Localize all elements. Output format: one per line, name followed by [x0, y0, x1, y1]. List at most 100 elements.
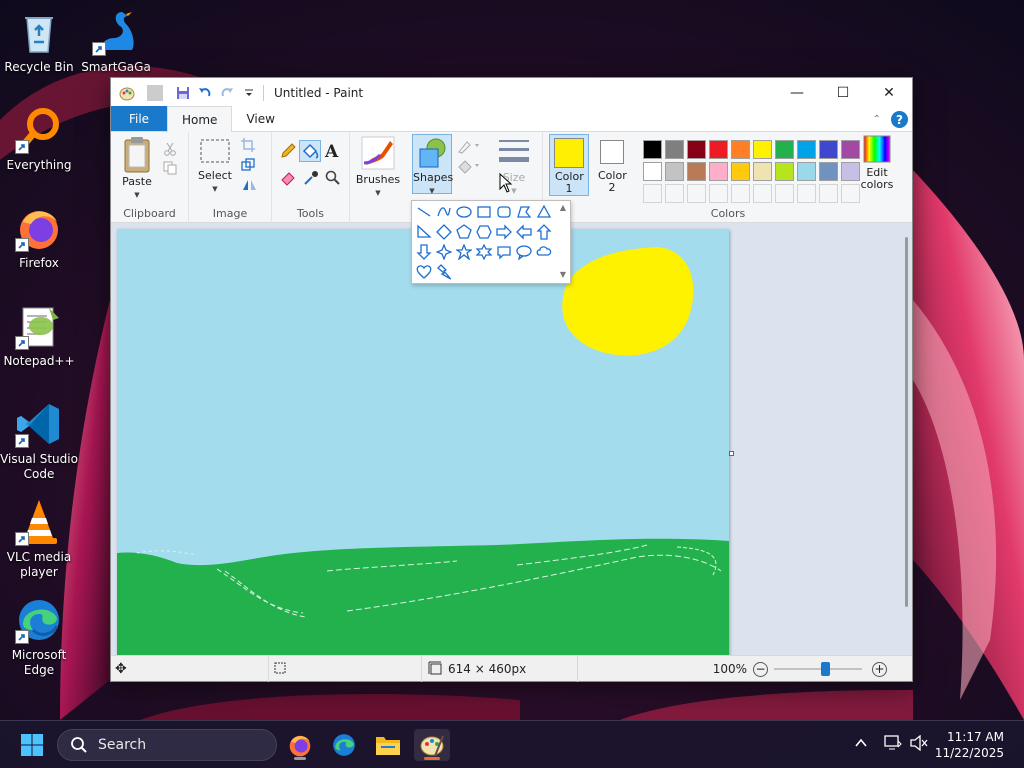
- diamond-shape-icon[interactable]: [435, 223, 453, 241]
- palette-swatch[interactable]: [731, 162, 750, 181]
- rectangle-shape-icon[interactable]: [475, 203, 493, 221]
- taskbar-firefox[interactable]: [282, 729, 318, 761]
- oval-callout-shape-icon[interactable]: [515, 243, 533, 261]
- palette-swatch[interactable]: [687, 162, 706, 181]
- edit-colors-button[interactable]: Edit colors: [855, 134, 899, 191]
- triangle-shape-icon[interactable]: [535, 203, 553, 221]
- line-shape-icon[interactable]: [415, 203, 433, 221]
- gallery-scroll-up-icon[interactable]: ▲: [560, 203, 566, 212]
- lightning-shape-icon[interactable]: [435, 263, 453, 281]
- palette-custom-swatch[interactable]: [687, 184, 706, 203]
- tab-home[interactable]: Home: [167, 106, 233, 132]
- desktop-icon-everything[interactable]: Everything: [0, 106, 78, 173]
- help-button[interactable]: ?: [891, 111, 908, 128]
- desktop-icon-notepadpp[interactable]: Notepad++: [0, 302, 78, 369]
- palette-custom-swatch[interactable]: [775, 184, 794, 203]
- redo-icon[interactable]: [219, 85, 235, 101]
- fill-icon[interactable]: [457, 158, 481, 174]
- zoom-slider[interactable]: [774, 662, 862, 676]
- minimize-button[interactable]: —: [774, 78, 820, 107]
- palette-swatch[interactable]: [709, 162, 728, 181]
- show-hidden-icons-button[interactable]: [854, 735, 868, 754]
- taskbar-paint[interactable]: [414, 729, 450, 761]
- taskbar-file-explorer[interactable]: [370, 729, 406, 761]
- pentagon-shape-icon[interactable]: [455, 223, 473, 241]
- palette-custom-swatch[interactable]: [731, 184, 750, 203]
- fill-bucket-icon[interactable]: [299, 140, 321, 162]
- tab-file[interactable]: File: [111, 106, 167, 131]
- six-point-star-shape-icon[interactable]: [475, 243, 493, 261]
- taskbar-search[interactable]: Search: [57, 729, 277, 761]
- up-arrow-shape-icon[interactable]: [535, 223, 553, 241]
- rounded-callout-shape-icon[interactable]: [495, 243, 513, 261]
- collapse-ribbon-icon[interactable]: ⌃: [873, 114, 881, 125]
- undo-icon[interactable]: [197, 85, 213, 101]
- maximize-button[interactable]: ☐: [820, 78, 866, 107]
- outline-icon[interactable]: [457, 138, 481, 154]
- oval-shape-icon[interactable]: [455, 203, 473, 221]
- palette-swatch[interactable]: [797, 140, 816, 159]
- four-point-star-shape-icon[interactable]: [435, 243, 453, 261]
- magnifier-icon[interactable]: [325, 170, 341, 186]
- color-picker-icon[interactable]: [303, 170, 319, 186]
- palette-swatch[interactable]: [775, 140, 794, 159]
- eraser-icon[interactable]: [280, 170, 296, 186]
- palette-swatch[interactable]: [665, 140, 684, 159]
- five-point-star-shape-icon[interactable]: [455, 243, 473, 261]
- palette-swatch[interactable]: [819, 140, 838, 159]
- palette-custom-swatch[interactable]: [753, 184, 772, 203]
- zoom-in-button[interactable]: +: [872, 661, 887, 677]
- color2-button[interactable]: Color 2: [593, 134, 631, 194]
- shapes-button[interactable]: Shapes ▼: [412, 134, 453, 195]
- palette-swatch[interactable]: [687, 140, 706, 159]
- gallery-scroll-down-icon[interactable]: ▼: [560, 270, 566, 279]
- taskbar-edge[interactable]: [326, 729, 362, 761]
- brushes-button[interactable]: Brushes ▼: [354, 135, 402, 199]
- curve-shape-icon[interactable]: [435, 203, 453, 221]
- palette-swatch[interactable]: [643, 162, 662, 181]
- pencil-icon[interactable]: [280, 143, 296, 159]
- customize-quick-access-icon[interactable]: [241, 85, 257, 101]
- palette-custom-swatch[interactable]: [665, 184, 684, 203]
- start-button[interactable]: [14, 729, 50, 761]
- color1-button[interactable]: Color 1: [549, 134, 589, 196]
- palette-custom-swatch[interactable]: [797, 184, 816, 203]
- select-button[interactable]: Select ▼: [195, 137, 235, 195]
- tab-view[interactable]: View: [232, 106, 288, 131]
- palette-custom-swatch[interactable]: [643, 184, 662, 203]
- heart-shape-icon[interactable]: [415, 263, 433, 281]
- desktop-icon-vlc[interactable]: VLC media player: [0, 498, 78, 580]
- vertical-scrollbar[interactable]: [905, 237, 908, 607]
- cloud-callout-shape-icon[interactable]: [535, 243, 553, 261]
- canvas-resize-handle-right[interactable]: [729, 451, 734, 456]
- rounded-rectangle-shape-icon[interactable]: [495, 203, 513, 221]
- palette-swatch[interactable]: [753, 140, 772, 159]
- rotate-icon[interactable]: [241, 177, 257, 193]
- drawing-canvas[interactable]: [117, 229, 729, 657]
- zoom-slider-thumb[interactable]: [821, 662, 831, 676]
- palette-custom-swatch[interactable]: [819, 184, 838, 203]
- right-triangle-shape-icon[interactable]: [415, 223, 433, 241]
- palette-swatch[interactable]: [797, 162, 816, 181]
- desktop-icon-edge[interactable]: Microsoft Edge: [0, 596, 78, 678]
- palette-swatch[interactable]: [709, 140, 728, 159]
- cut-icon[interactable]: [163, 141, 179, 157]
- desktop-icon-vscode[interactable]: Visual Studio Code: [0, 400, 78, 482]
- crop-icon[interactable]: [241, 137, 257, 153]
- desktop-icon-recycle-bin[interactable]: Recycle Bin: [0, 8, 78, 75]
- resize-icon[interactable]: [241, 157, 257, 173]
- down-arrow-shape-icon[interactable]: [415, 243, 433, 261]
- network-icon[interactable]: [884, 735, 902, 755]
- zoom-out-button[interactable]: −: [753, 661, 768, 677]
- desktop-icon-smartgaga[interactable]: SmartGaGa: [77, 8, 155, 75]
- left-arrow-shape-icon[interactable]: [515, 223, 533, 241]
- palette-swatch[interactable]: [819, 162, 838, 181]
- palette-swatch[interactable]: [643, 140, 662, 159]
- palette-custom-swatch[interactable]: [709, 184, 728, 203]
- right-arrow-shape-icon[interactable]: [495, 223, 513, 241]
- palette-swatch[interactable]: [665, 162, 684, 181]
- palette-swatch[interactable]: [753, 162, 772, 181]
- close-button[interactable]: ✕: [866, 78, 912, 107]
- polygon-shape-icon[interactable]: [515, 203, 533, 221]
- desktop-icon-firefox[interactable]: Firefox: [0, 204, 78, 271]
